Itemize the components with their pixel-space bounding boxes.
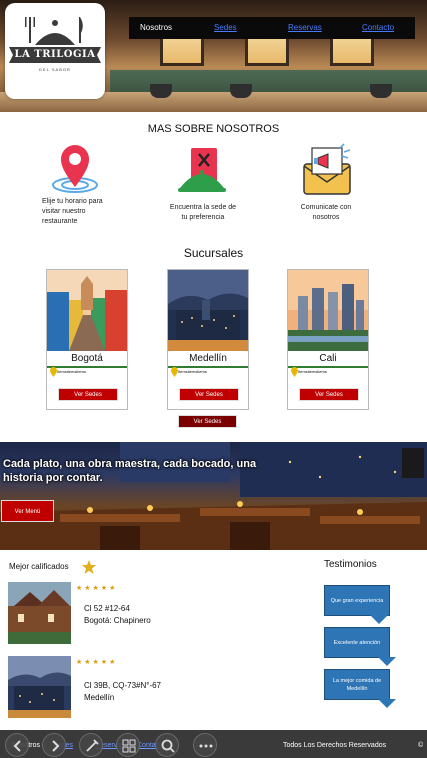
feature-text-contact: Comunicate con nosotros xyxy=(300,204,352,221)
branch-photo xyxy=(288,270,368,351)
testimonial-bubble: Que gran experiencia xyxy=(324,585,390,616)
branch-card-medellin: Medellín Itemsitemsitems Ver Sedes xyxy=(167,269,249,410)
mail-megaphone-icon xyxy=(303,143,351,195)
promo-banner: Cada plato, una obra maestra, cada bocad… xyxy=(0,442,427,550)
restaurant-photo-bogota xyxy=(8,582,71,644)
restaurant-address-line2: Bogotá: Chapinero xyxy=(84,616,151,625)
restaurant-address-line2: Medellín xyxy=(84,693,115,702)
ver-sedes-button-bogota[interactable]: Ver Sedes xyxy=(58,388,118,401)
pen-tool-button[interactable] xyxy=(79,733,103,757)
rating-stars: ★★★★★ xyxy=(76,659,118,666)
ver-sedes-button-all[interactable]: Ver Sedes xyxy=(178,415,237,428)
ver-sedes-button-medellin[interactable]: Ver Sedes xyxy=(179,388,239,401)
banner-tagline: Cada plato, una obra maestra, cada bocad… xyxy=(3,458,257,484)
testimonial-bubble-tail xyxy=(378,699,396,708)
hero-pot xyxy=(150,84,172,98)
branch-photo xyxy=(168,270,248,351)
more-options-button[interactable] xyxy=(193,733,217,757)
branch-name: Bogotá xyxy=(71,353,103,364)
star-icon xyxy=(82,560,96,574)
previous-slide-button[interactable] xyxy=(5,733,29,757)
feature-text-schedule: Elije tu horario para visitar nuestro re… xyxy=(42,198,103,225)
all-slides-button[interactable] xyxy=(116,733,140,757)
branch-card-bogota: Bogotá Itemsitemsitems Ver Sedes xyxy=(46,269,128,410)
logo-subtitle: DEL SABOR xyxy=(39,67,71,72)
branch-address: Itemsitemsitems xyxy=(57,369,86,374)
testimonial-bubble: La mejor comida de Medellín xyxy=(324,669,390,700)
branch-divider xyxy=(168,366,248,368)
arrow-left-icon xyxy=(13,740,21,752)
copyright-icon: © xyxy=(418,742,424,749)
nav-item-nosotros[interactable]: Nosotros xyxy=(140,22,172,33)
testimonial-bubble: Excelente atención xyxy=(324,627,390,658)
branch-photo xyxy=(47,270,127,351)
logo-name: LA TRILOGIA xyxy=(14,49,96,60)
branch-address: Itemsitemsitems xyxy=(298,369,327,374)
zoom-button[interactable] xyxy=(155,733,179,757)
arrow-right-icon xyxy=(52,740,60,752)
feature-text-branch: Encuentra la sede de tu preferencia xyxy=(169,204,237,221)
restaurant-address-line1: Cl 52 #12-64 xyxy=(84,604,130,613)
hero-pot xyxy=(370,84,392,98)
footer: Nosotros Sedes Reservas Contacto Todos L… xyxy=(0,730,427,758)
menu-dish-icon xyxy=(178,148,226,192)
best-rated-title: Mejor calificados xyxy=(9,562,69,571)
testimonial-bubble-tail xyxy=(378,657,396,666)
branches-title: Sucursales xyxy=(183,246,244,260)
restaurant-photo-medellin xyxy=(8,656,71,718)
testimonials-title: Testimonios xyxy=(324,559,377,570)
branch-name: Medellín xyxy=(189,353,227,364)
location-pin-icon xyxy=(52,145,98,193)
restaurant-address-line1: Cl 39B, CQ-73#N°-67 xyxy=(84,681,162,690)
magnifier-icon xyxy=(161,739,175,753)
location-pin-icon xyxy=(171,367,178,377)
nav-link-contacto[interactable]: Contacto xyxy=(362,22,394,33)
restaurant-logo[interactable]: LA TRILOGIA DEL SABOR xyxy=(5,3,105,99)
grid-icon xyxy=(122,739,136,753)
ver-sedes-button-cali[interactable]: Ver Sedes xyxy=(299,388,359,401)
branch-name: Cali xyxy=(319,353,337,364)
testimonial-bubble-tail xyxy=(370,615,388,624)
rating-stars: ★★★★★ xyxy=(76,585,118,592)
pen-icon xyxy=(86,739,99,752)
ellipsis-icon xyxy=(199,744,213,748)
branch-card-cali: Cali Itemsitemsitems Ver Sedes xyxy=(287,269,369,410)
branch-divider xyxy=(288,366,368,368)
hero-pot xyxy=(230,84,252,98)
footer-rights: Todos Los Derechos Reservados xyxy=(283,742,387,749)
about-title: MAS SOBRE NOSOTROS xyxy=(147,123,280,135)
top-navigation: Nosotros Sedes Reservas Contacto xyxy=(129,17,415,39)
nav-link-sedes[interactable]: Sedes xyxy=(214,22,237,33)
nav-link-reservas[interactable]: Reservas xyxy=(288,22,322,33)
branch-divider xyxy=(47,366,127,368)
location-pin-icon xyxy=(50,367,57,377)
ver-menu-button[interactable]: Ver Menú xyxy=(1,500,54,522)
location-pin-icon xyxy=(291,367,298,377)
branch-address: Itemsitemsitems xyxy=(178,369,207,374)
next-slide-button[interactable] xyxy=(42,733,66,757)
